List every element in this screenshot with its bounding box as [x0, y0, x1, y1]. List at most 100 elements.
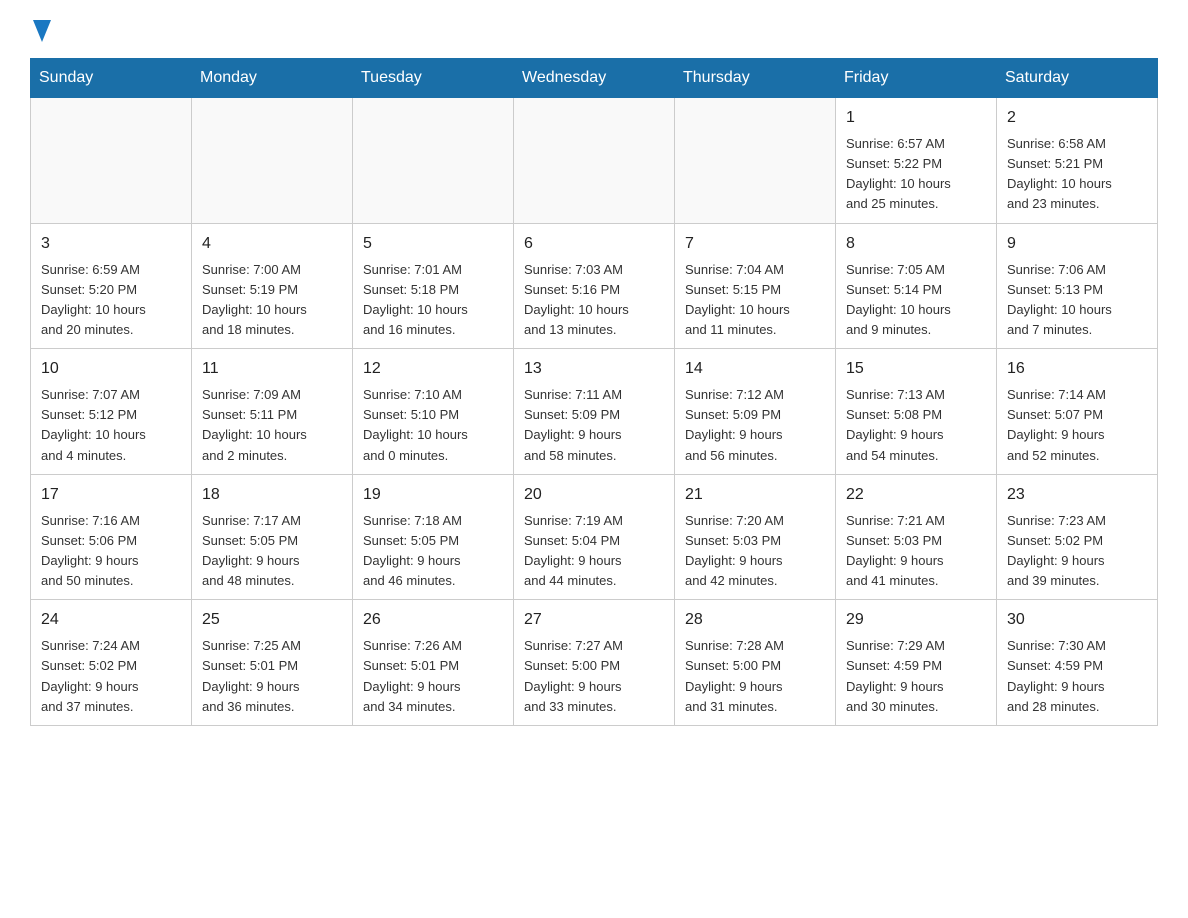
- calendar-cell: 10Sunrise: 7:07 AM Sunset: 5:12 PM Dayli…: [31, 349, 192, 475]
- day-info: Sunrise: 6:57 AM Sunset: 5:22 PM Dayligh…: [846, 134, 986, 215]
- day-info: Sunrise: 7:01 AM Sunset: 5:18 PM Dayligh…: [363, 260, 503, 341]
- day-number: 7: [685, 232, 825, 256]
- day-number: 8: [846, 232, 986, 256]
- calendar-week-row: 1 Sunrise: 6:57 AM Sunset: 5:22 PM Daylig…: [31, 98, 1158, 224]
- calendar-cell: 1 Sunrise: 6:57 AM Sunset: 5:22 PM Daylig…: [836, 98, 997, 224]
- calendar-cell: 24 Sunrise: 7:24 AM Sunset: 5:02 PM Dayli…: [31, 600, 192, 726]
- day-number: 10: [41, 357, 181, 381]
- day-info: Sunrise: 7:03 AM Sunset: 5:16 PM Dayligh…: [524, 260, 664, 341]
- calendar-cell: 21 Sunrise: 7:20 AM Sunset: 5:03 PM Dayli…: [675, 474, 836, 600]
- logo: [30, 20, 51, 38]
- column-header-monday: Monday: [192, 59, 353, 98]
- calendar-cell: [31, 98, 192, 224]
- day-number: 19: [363, 483, 503, 507]
- calendar-cell: [192, 98, 353, 224]
- calendar-cell: 22Sunrise: 7:21 AM Sunset: 5:03 PM Dayli…: [836, 474, 997, 600]
- calendar-week-row: 24 Sunrise: 7:24 AM Sunset: 5:02 PM Dayli…: [31, 600, 1158, 726]
- day-number: 11: [202, 357, 342, 381]
- calendar-cell: [514, 98, 675, 224]
- day-info: Sunrise: 7:16 AM Sunset: 5:06 PM Dayligh…: [41, 511, 181, 592]
- logo-arrow-icon: [33, 20, 51, 42]
- column-header-wednesday: Wednesday: [514, 59, 675, 98]
- page-header: [30, 20, 1158, 38]
- day-info: Sunrise: 7:20 AM Sunset: 5:03 PM Dayligh…: [685, 511, 825, 592]
- calendar-cell: 6 Sunrise: 7:03 AM Sunset: 5:16 PM Daylig…: [514, 223, 675, 349]
- day-number: 12: [363, 357, 503, 381]
- day-number: 28: [685, 608, 825, 632]
- day-number: 16: [1007, 357, 1147, 381]
- day-number: 13: [524, 357, 664, 381]
- day-info: Sunrise: 7:18 AM Sunset: 5:05 PM Dayligh…: [363, 511, 503, 592]
- calendar-cell: 18 Sunrise: 7:17 AM Sunset: 5:05 PM Dayli…: [192, 474, 353, 600]
- day-info: Sunrise: 7:09 AM Sunset: 5:11 PM Dayligh…: [202, 385, 342, 466]
- calendar-cell: 28Sunrise: 7:28 AM Sunset: 5:00 PM Dayli…: [675, 600, 836, 726]
- calendar-cell: 2 Sunrise: 6:58 AM Sunset: 5:21 PM Daylig…: [997, 98, 1158, 224]
- calendar-week-row: 17 Sunrise: 7:16 AM Sunset: 5:06 PM Dayli…: [31, 474, 1158, 600]
- calendar-cell: [675, 98, 836, 224]
- calendar-cell: 12 Sunrise: 7:10 AM Sunset: 5:10 PM Dayli…: [353, 349, 514, 475]
- day-info: Sunrise: 7:00 AM Sunset: 5:19 PM Dayligh…: [202, 260, 342, 341]
- day-number: 29: [846, 608, 986, 632]
- day-number: 24: [41, 608, 181, 632]
- column-header-sunday: Sunday: [31, 59, 192, 98]
- calendar-cell: 9Sunrise: 7:06 AM Sunset: 5:13 PM Daylig…: [997, 223, 1158, 349]
- day-info: Sunrise: 7:05 AM Sunset: 5:14 PM Dayligh…: [846, 260, 986, 341]
- calendar-week-row: 10Sunrise: 7:07 AM Sunset: 5:12 PM Dayli…: [31, 349, 1158, 475]
- calendar-cell: [353, 98, 514, 224]
- calendar-cell: 25 Sunrise: 7:25 AM Sunset: 5:01 PM Dayli…: [192, 600, 353, 726]
- day-number: 6: [524, 232, 664, 256]
- day-info: Sunrise: 7:13 AM Sunset: 5:08 PM Dayligh…: [846, 385, 986, 466]
- calendar-cell: 13 Sunrise: 7:11 AM Sunset: 5:09 PM Dayli…: [514, 349, 675, 475]
- day-number: 20: [524, 483, 664, 507]
- calendar-cell: 20 Sunrise: 7:19 AM Sunset: 5:04 PM Dayli…: [514, 474, 675, 600]
- calendar-cell: 7 Sunrise: 7:04 AM Sunset: 5:15 PM Daylig…: [675, 223, 836, 349]
- day-number: 3: [41, 232, 181, 256]
- day-info: Sunrise: 7:27 AM Sunset: 5:00 PM Dayligh…: [524, 636, 664, 717]
- day-number: 23: [1007, 483, 1147, 507]
- day-info: Sunrise: 7:26 AM Sunset: 5:01 PM Dayligh…: [363, 636, 503, 717]
- day-info: Sunrise: 6:59 AM Sunset: 5:20 PM Dayligh…: [41, 260, 181, 341]
- day-info: Sunrise: 7:21 AM Sunset: 5:03 PM Dayligh…: [846, 511, 986, 592]
- column-header-thursday: Thursday: [675, 59, 836, 98]
- calendar-cell: 17 Sunrise: 7:16 AM Sunset: 5:06 PM Dayli…: [31, 474, 192, 600]
- day-info: Sunrise: 7:30 AM Sunset: 4:59 PM Dayligh…: [1007, 636, 1147, 717]
- day-number: 5: [363, 232, 503, 256]
- calendar-cell: 23 Sunrise: 7:23 AM Sunset: 5:02 PM Dayli…: [997, 474, 1158, 600]
- day-number: 25: [202, 608, 342, 632]
- day-number: 4: [202, 232, 342, 256]
- day-number: 26: [363, 608, 503, 632]
- day-info: Sunrise: 7:04 AM Sunset: 5:15 PM Dayligh…: [685, 260, 825, 341]
- calendar-cell: 14 Sunrise: 7:12 AM Sunset: 5:09 PM Dayli…: [675, 349, 836, 475]
- calendar-cell: 8 Sunrise: 7:05 AM Sunset: 5:14 PM Daylig…: [836, 223, 997, 349]
- day-info: Sunrise: 6:58 AM Sunset: 5:21 PM Dayligh…: [1007, 134, 1147, 215]
- calendar-cell: 16 Sunrise: 7:14 AM Sunset: 5:07 PM Dayli…: [997, 349, 1158, 475]
- day-info: Sunrise: 7:24 AM Sunset: 5:02 PM Dayligh…: [41, 636, 181, 717]
- day-number: 30: [1007, 608, 1147, 632]
- column-header-friday: Friday: [836, 59, 997, 98]
- day-number: 21: [685, 483, 825, 507]
- calendar-cell: 11 Sunrise: 7:09 AM Sunset: 5:11 PM Dayli…: [192, 349, 353, 475]
- calendar-cell: 29 Sunrise: 7:29 AM Sunset: 4:59 PM Dayli…: [836, 600, 997, 726]
- day-number: 1: [846, 106, 986, 130]
- column-header-saturday: Saturday: [997, 59, 1158, 98]
- calendar-cell: 26 Sunrise: 7:26 AM Sunset: 5:01 PM Dayli…: [353, 600, 514, 726]
- day-info: Sunrise: 7:11 AM Sunset: 5:09 PM Dayligh…: [524, 385, 664, 466]
- day-info: Sunrise: 7:29 AM Sunset: 4:59 PM Dayligh…: [846, 636, 986, 717]
- day-number: 14: [685, 357, 825, 381]
- day-info: Sunrise: 7:25 AM Sunset: 5:01 PM Dayligh…: [202, 636, 342, 717]
- day-number: 2: [1007, 106, 1147, 130]
- calendar-cell: 19 Sunrise: 7:18 AM Sunset: 5:05 PM Dayli…: [353, 474, 514, 600]
- day-info: Sunrise: 7:17 AM Sunset: 5:05 PM Dayligh…: [202, 511, 342, 592]
- day-number: 27: [524, 608, 664, 632]
- calendar-cell: 30 Sunrise: 7:30 AM Sunset: 4:59 PM Dayli…: [997, 600, 1158, 726]
- day-info: Sunrise: 7:10 AM Sunset: 5:10 PM Dayligh…: [363, 385, 503, 466]
- calendar-cell: 27 Sunrise: 7:27 AM Sunset: 5:00 PM Dayli…: [514, 600, 675, 726]
- calendar-header-row: SundayMondayTuesdayWednesdayThursdayFrid…: [31, 59, 1158, 98]
- day-number: 18: [202, 483, 342, 507]
- day-info: Sunrise: 7:23 AM Sunset: 5:02 PM Dayligh…: [1007, 511, 1147, 592]
- calendar-cell: 3 Sunrise: 6:59 AM Sunset: 5:20 PM Daylig…: [31, 223, 192, 349]
- day-info: Sunrise: 7:19 AM Sunset: 5:04 PM Dayligh…: [524, 511, 664, 592]
- day-info: Sunrise: 7:12 AM Sunset: 5:09 PM Dayligh…: [685, 385, 825, 466]
- day-info: Sunrise: 7:14 AM Sunset: 5:07 PM Dayligh…: [1007, 385, 1147, 466]
- day-number: 17: [41, 483, 181, 507]
